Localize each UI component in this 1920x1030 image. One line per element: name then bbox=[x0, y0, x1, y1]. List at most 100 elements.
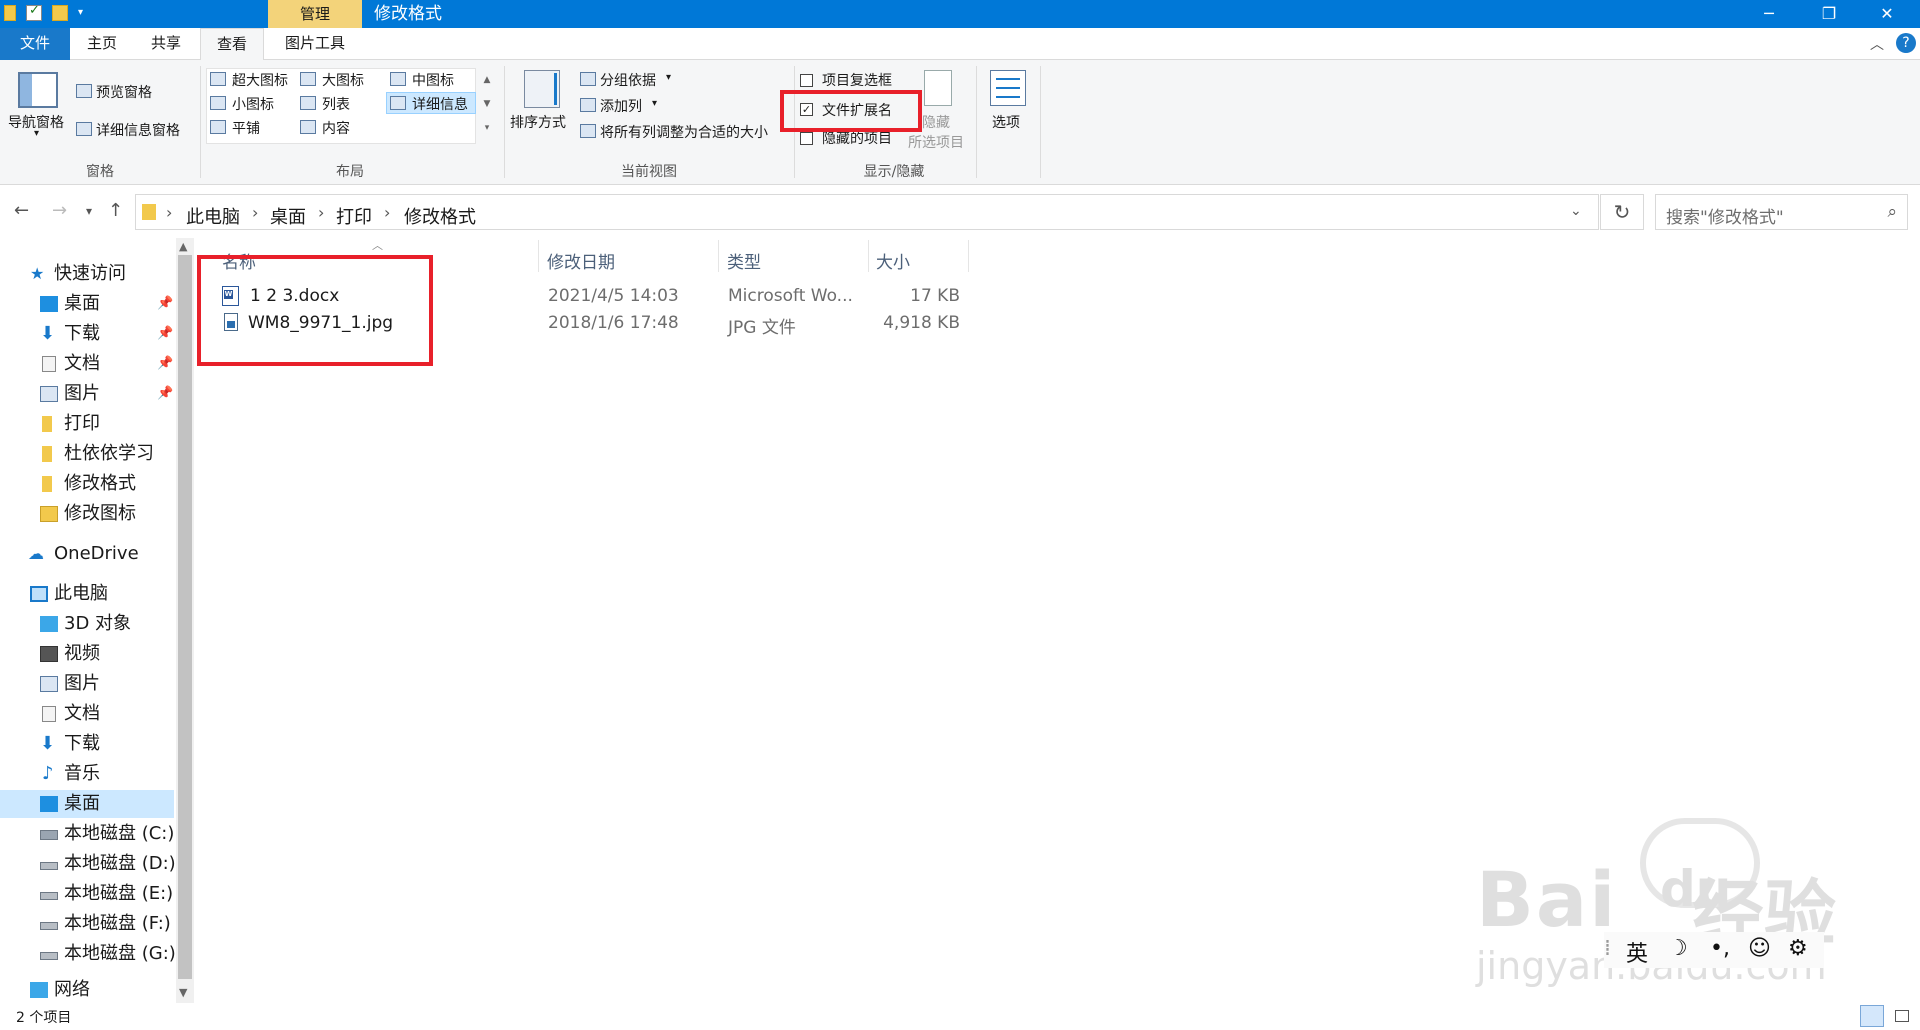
pin-icon[interactable]: 📌 bbox=[157, 320, 173, 348]
address-dropdown-icon[interactable]: ⌄ bbox=[1570, 203, 1582, 219]
ime-language-toggle[interactable]: 英 bbox=[1626, 936, 1648, 968]
tab-manage[interactable]: 管理 bbox=[268, 0, 362, 28]
nav-item-drive-f[interactable]: 本地磁盘 (F:) bbox=[0, 910, 176, 938]
tab-picture-tools[interactable]: 图片工具 bbox=[268, 28, 362, 60]
breadcrumb-current[interactable]: 修改格式 bbox=[404, 203, 476, 229]
nav-item-3d-objects[interactable]: 3D 对象 bbox=[0, 610, 176, 638]
nav-item-videos[interactable]: 视频 bbox=[0, 640, 176, 668]
details-view-icon[interactable] bbox=[1860, 1005, 1884, 1027]
tab-view[interactable]: 查看 bbox=[200, 28, 264, 61]
pin-icon[interactable]: 📌 bbox=[157, 290, 173, 318]
collapse-ribbon-icon[interactable]: ︿ bbox=[1870, 34, 1884, 54]
close-button[interactable]: ✕ bbox=[1858, 0, 1916, 28]
nav-quick-access[interactable]: ★ 快速访问 bbox=[0, 260, 176, 288]
large-icons-view-icon[interactable] bbox=[1890, 1005, 1914, 1027]
nav-item-pc-documents[interactable]: 文档 bbox=[0, 700, 176, 728]
nav-item-pictures[interactable]: 图片 📌 bbox=[0, 380, 176, 408]
tab-share[interactable]: 共享 bbox=[136, 28, 196, 60]
punctuation-icon[interactable]: •, bbox=[1710, 936, 1730, 961]
column-header-size[interactable]: 大小 bbox=[876, 248, 910, 273]
file-type: JPG 文件 bbox=[728, 318, 796, 338]
moon-icon[interactable]: ☽ bbox=[1668, 936, 1688, 961]
scrollbar-thumb[interactable] bbox=[178, 255, 192, 979]
address-bar[interactable]: › 此电脑 › 桌面 › 打印 › 修改格式 ⌄ bbox=[135, 194, 1599, 230]
download-icon: ⬇ bbox=[40, 323, 56, 344]
column-header-date[interactable]: 修改日期 bbox=[547, 248, 615, 273]
nav-item-documents[interactable]: 文档 📌 bbox=[0, 350, 176, 378]
sort-by-button[interactable]: 排序方式 bbox=[510, 112, 566, 132]
group-panes-title: 窗格 bbox=[86, 164, 114, 180]
add-columns-button[interactable]: 添加列 bbox=[600, 96, 642, 116]
extra-large-icons-icon bbox=[210, 72, 226, 86]
nav-item-music[interactable]: ♪ 音乐 bbox=[0, 760, 176, 788]
layout-scroll-icon[interactable]: ▲ ▼ ▾ bbox=[480, 68, 494, 144]
layout-large[interactable]: 大图标 bbox=[322, 70, 364, 90]
group-by-button[interactable]: 分组依据 bbox=[600, 70, 656, 90]
properties-icon[interactable] bbox=[26, 3, 42, 21]
hide-selected-button[interactable]: 隐藏 bbox=[922, 112, 950, 132]
nav-item-downloads[interactable]: ⬇ 下载 📌 bbox=[0, 320, 176, 348]
nav-pane-icon[interactable] bbox=[18, 72, 58, 108]
customize-toolbar-icon[interactable]: ▾ bbox=[78, 5, 83, 21]
folder-icon[interactable] bbox=[4, 5, 16, 21]
maximize-button[interactable]: ❐ bbox=[1800, 0, 1858, 28]
recent-locations-icon[interactable]: ▾ bbox=[86, 204, 92, 218]
search-input[interactable]: 搜索"修改格式" bbox=[1666, 203, 1784, 228]
nav-item-print[interactable]: 打印 bbox=[0, 410, 176, 438]
drag-handle-icon[interactable]: ⁞ bbox=[1604, 936, 1611, 961]
nav-scrollbar[interactable]: ▲ ▼ bbox=[176, 238, 194, 1003]
layout-small[interactable]: 小图标 bbox=[232, 94, 274, 114]
nav-item-study[interactable]: 杜依依学习 bbox=[0, 440, 176, 468]
nav-item-modify-format[interactable]: 修改格式 bbox=[0, 470, 176, 498]
minimize-button[interactable]: ─ bbox=[1740, 0, 1798, 28]
nav-item-pc-desktop[interactable]: 桌面 bbox=[0, 790, 174, 818]
pin-icon[interactable]: 📌 bbox=[157, 350, 173, 378]
new-folder-icon[interactable] bbox=[52, 5, 68, 21]
nav-item-pc-pictures[interactable]: 图片 bbox=[0, 670, 176, 698]
pin-icon[interactable]: 📌 bbox=[157, 380, 173, 408]
tab-home[interactable]: 主页 bbox=[72, 28, 132, 60]
scroll-up-icon[interactable]: ▲ bbox=[179, 240, 187, 253]
column-divider[interactable] bbox=[968, 240, 969, 272]
breadcrumb-print[interactable]: 打印 bbox=[336, 203, 372, 229]
breadcrumb-this-pc[interactable]: 此电脑 bbox=[186, 203, 240, 229]
back-icon[interactable]: ← bbox=[14, 200, 29, 221]
forward-icon[interactable]: → bbox=[52, 200, 67, 221]
refresh-button[interactable]: ↻ bbox=[1600, 194, 1644, 230]
size-all-columns-button[interactable]: 将所有列调整为合适的大小 bbox=[600, 122, 768, 142]
nav-item-drive-e[interactable]: 本地磁盘 (E:) bbox=[0, 880, 176, 908]
column-header-type[interactable]: 类型 bbox=[727, 248, 761, 273]
nav-onedrive[interactable]: ☁ OneDrive bbox=[0, 540, 176, 568]
breadcrumb-desktop[interactable]: 桌面 bbox=[270, 203, 306, 229]
column-divider[interactable] bbox=[538, 240, 539, 272]
tab-file[interactable]: 文件 bbox=[0, 28, 70, 60]
nav-item-drive-d[interactable]: 本地磁盘 (D:) bbox=[0, 850, 176, 878]
scroll-down-icon[interactable]: ▼ bbox=[179, 986, 187, 999]
layout-list[interactable]: 列表 bbox=[322, 94, 350, 114]
search-box[interactable]: 搜索"修改格式" ⌕ bbox=[1655, 194, 1908, 230]
column-divider[interactable] bbox=[868, 240, 869, 272]
nav-item-desktop[interactable]: 桌面 📌 bbox=[0, 290, 176, 318]
nav-item-drive-g[interactable]: 本地磁盘 (G:) bbox=[0, 940, 176, 968]
nav-this-pc[interactable]: 此电脑 bbox=[0, 580, 176, 608]
details-pane-button[interactable]: 详细信息窗格 bbox=[96, 120, 180, 140]
nav-network[interactable]: 网络 bbox=[0, 978, 176, 1002]
gear-icon[interactable]: ⚙ bbox=[1788, 936, 1808, 961]
help-icon[interactable]: ? bbox=[1896, 33, 1916, 53]
layout-details[interactable]: 详细信息 bbox=[412, 94, 468, 114]
options-button[interactable]: 选项 bbox=[992, 112, 1020, 132]
emoji-icon[interactable]: ☺ bbox=[1748, 936, 1771, 961]
layout-content[interactable]: 内容 bbox=[322, 118, 350, 138]
item-checkbox-checkbox[interactable] bbox=[800, 74, 813, 87]
chevron-down-icon: ▾ bbox=[666, 72, 672, 83]
nav-item-drive-c[interactable]: 本地磁盘 (C:) bbox=[0, 820, 176, 848]
nav-item-modify-icon[interactable]: 修改图标 bbox=[0, 500, 176, 528]
hidden-items-checkbox[interactable] bbox=[800, 132, 813, 145]
up-icon[interactable]: ↑ bbox=[108, 200, 123, 221]
column-divider[interactable] bbox=[718, 240, 719, 272]
layout-extra-large[interactable]: 超大图标 bbox=[232, 70, 288, 90]
nav-item-pc-downloads[interactable]: ⬇ 下载 bbox=[0, 730, 176, 758]
layout-medium[interactable]: 中图标 bbox=[412, 70, 454, 90]
layout-tiles[interactable]: 平铺 bbox=[232, 118, 260, 138]
preview-pane-button[interactable]: 预览窗格 bbox=[96, 82, 152, 102]
